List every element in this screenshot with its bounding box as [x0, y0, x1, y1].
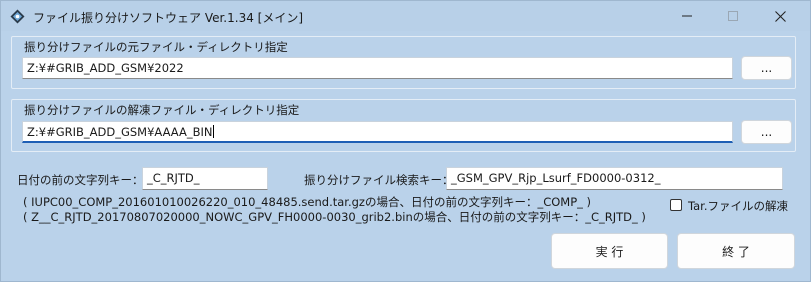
run-button[interactable]: 実 行 — [551, 233, 668, 269]
search-key-input[interactable]: _GSM_GPV_Rjp_Lsurf_FD0000-0312_ — [446, 167, 783, 190]
exit-button[interactable]: 終 了 — [677, 233, 795, 269]
main-window: ファイル振り分けソフトウェア Ver.1.34 [メイン] 振り分けファイルの元… — [0, 0, 811, 282]
tar-extract-checkbox[interactable] — [670, 199, 682, 211]
dest-group-title: 振り分けファイルの解凍ファイル・ディレクトリ指定 — [24, 103, 300, 117]
maximize-button[interactable] — [710, 1, 756, 31]
window-title: ファイル振り分けソフトウェア Ver.1.34 [メイン] — [33, 11, 304, 25]
source-browse-button[interactable]: ... — [741, 56, 792, 80]
app-logo-icon — [10, 9, 25, 24]
title-bar[interactable]: ファイル振り分けソフトウェア Ver.1.34 [メイン] — [1, 1, 810, 31]
date-key-input[interactable]: _C_RJTD_ — [142, 167, 268, 190]
close-icon — [774, 10, 786, 22]
source-directory-group: 振り分けファイルの元ファイル・ディレクトリ指定 Z:¥#GRIB_ADD_GSM… — [11, 36, 796, 89]
close-button[interactable] — [757, 1, 803, 31]
dest-browse-button[interactable]: ... — [741, 120, 792, 144]
minimize-icon — [682, 15, 692, 17]
maximize-icon — [728, 11, 738, 21]
source-group-title: 振り分けファイルの元ファイル・ディレクトリ指定 — [24, 40, 288, 54]
source-path-input[interactable]: Z:¥#GRIB_ADD_GSM¥2022 — [22, 57, 733, 79]
dest-path-input[interactable]: Z:¥#GRIB_ADD_GSM¥AAAA_BIN — [22, 121, 733, 143]
dest-directory-group: 振り分けファイルの解凍ファイル・ディレクトリ指定 Z:¥#GRIB_ADD_GS… — [11, 99, 796, 152]
dest-path-value: Z:¥#GRIB_ADD_GSM¥AAAA_BIN — [27, 125, 213, 139]
text-caret — [213, 125, 215, 138]
minimize-button[interactable] — [664, 1, 710, 31]
date-key-label: 日付の前の文字列キー： — [17, 173, 144, 187]
note-line-2: ( Z__C_RJTD_20170807020000_NOWC_GPV_FH00… — [23, 210, 646, 224]
search-key-label: 振り分けファイル検索キー： — [304, 173, 454, 187]
tar-extract-label[interactable]: Tar.ファイルの解凍 — [688, 198, 788, 214]
note-line-1: ( IUPC00_COMP_201601010026220_010_48485.… — [23, 195, 592, 209]
